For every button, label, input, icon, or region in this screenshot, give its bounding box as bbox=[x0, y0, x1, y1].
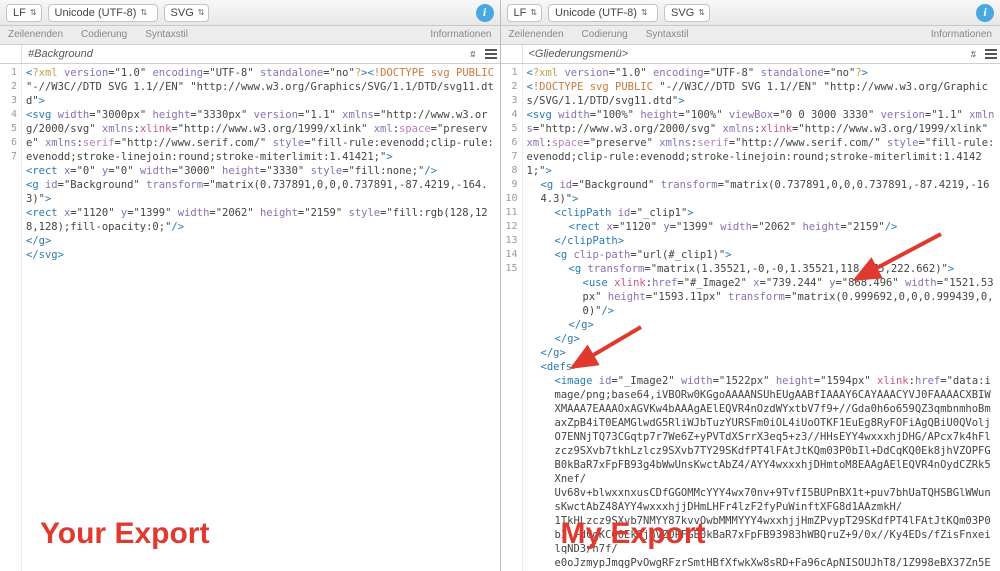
chevron-updown-icon: ⇅ bbox=[30, 8, 37, 17]
line-ending-value: LF bbox=[13, 7, 26, 19]
code-line[interactable]: </svg> bbox=[26, 248, 496, 262]
info-icon[interactable]: i bbox=[976, 4, 994, 22]
code-line[interactable]: </g> bbox=[527, 332, 997, 346]
menu-icon[interactable] bbox=[982, 49, 1000, 59]
code-line[interactable]: 1TkHLzcz9SXvb7NMYY87kvvOwbMMMYYY4wxxhjjH… bbox=[527, 514, 997, 556]
chevron-updown-icon: ⇅ bbox=[530, 8, 537, 17]
code-line[interactable]: <!DOCTYPE svg PUBLIC "-//W3C//DTD SVG 1.… bbox=[527, 80, 997, 108]
filetype-value: SVG bbox=[671, 7, 694, 19]
right-sub-toolbar: Zeilenenden Codierung Syntaxstil Informa… bbox=[501, 26, 1000, 44]
code-area[interactable]: <?xml version="1.0" encoding="UTF-8" sta… bbox=[22, 64, 500, 571]
left-editor[interactable]: 1234567 <?xml version="1.0" encoding="UT… bbox=[0, 64, 500, 571]
left-toolbar: LF ⇅ Unicode (UTF-8) ⇅ SVG ⇅ i bbox=[0, 0, 500, 26]
code-line[interactable]: <rect x="0" y="0" width="3000" height="3… bbox=[26, 164, 496, 178]
code-line[interactable]: <defs> bbox=[527, 360, 997, 374]
left-path-bar: #Background ⇅ bbox=[0, 44, 500, 64]
symbol-navigator[interactable]: #Background ⇅ bbox=[22, 48, 482, 60]
code-line[interactable]: <rect x="1120" y="1399" width="2062" hei… bbox=[527, 220, 997, 234]
line-ending-select[interactable]: LF ⇅ bbox=[6, 4, 42, 22]
encoding-value: Unicode (UTF-8) bbox=[555, 7, 637, 19]
chevron-updown-icon: ⇅ bbox=[969, 50, 976, 59]
filetype-value: SVG bbox=[171, 7, 194, 19]
sub-label-lineendings: Zeilenenden bbox=[8, 29, 63, 40]
encoding-select[interactable]: Unicode (UTF-8) ⇅ bbox=[48, 4, 158, 22]
encoding-select[interactable]: Unicode (UTF-8) ⇅ bbox=[548, 4, 658, 22]
code-line[interactable]: </g> bbox=[527, 346, 997, 360]
line-gutter: 123456789101112131415 bbox=[501, 64, 523, 571]
left-sub-toolbar: Zeilenenden Codierung Syntaxstil Informa… bbox=[0, 26, 500, 44]
sub-label-info: Informationen bbox=[931, 29, 992, 40]
filetype-select[interactable]: SVG ⇅ bbox=[164, 4, 210, 22]
code-line[interactable]: <?xml version="1.0" encoding="UTF-8" sta… bbox=[26, 66, 496, 108]
chevron-updown-icon: ⇅ bbox=[469, 50, 476, 59]
line-ending-select[interactable]: LF ⇅ bbox=[507, 4, 543, 22]
code-line[interactable]: <svg width="100%" height="100%" viewBox=… bbox=[527, 108, 997, 178]
symbol-navigator-text: #Background bbox=[28, 48, 93, 60]
code-line[interactable]: <image id="_Image2" width="1522px" heigh… bbox=[527, 374, 997, 486]
sub-label-encoding: Codierung bbox=[81, 29, 127, 40]
code-line[interactable]: <g id="Background" transform="matrix(0.7… bbox=[527, 178, 997, 206]
line-gutter: 1234567 bbox=[0, 64, 22, 571]
code-line[interactable]: <g transform="matrix(1.35521,-0,-0,1.355… bbox=[527, 262, 997, 276]
code-area[interactable]: <?xml version="1.0" encoding="UTF-8" sta… bbox=[523, 64, 1000, 571]
code-line[interactable]: <use xlink:href="#_Image2" x="739.244" y… bbox=[527, 276, 997, 318]
symbol-navigator[interactable]: <Gliederungsmenü> ⇅ bbox=[523, 48, 983, 60]
menu-icon[interactable] bbox=[482, 49, 500, 59]
code-line[interactable]: e0oJzmypJmqgPvOwgRFzrSmtHBfXfwkXw8sRD+Fa… bbox=[527, 556, 997, 571]
info-icon[interactable]: i bbox=[476, 4, 494, 22]
code-line[interactable]: <?xml version="1.0" encoding="UTF-8" sta… bbox=[527, 66, 997, 80]
code-line[interactable]: <rect x="1120" y="1399" width="2062" hei… bbox=[26, 206, 496, 234]
code-line[interactable]: <g clip-path="url(#_clip1)"> bbox=[527, 248, 997, 262]
chevron-updown-icon: ⇅ bbox=[641, 8, 648, 17]
code-line[interactable]: <clipPath id="_clip1"> bbox=[527, 206, 997, 220]
sub-label-syntax: Syntaxstil bbox=[145, 29, 188, 40]
sub-label-lineendings: Zeilenenden bbox=[509, 29, 564, 40]
line-ending-value: LF bbox=[514, 7, 527, 19]
code-line[interactable]: <svg width="3000px" height="3330px" vers… bbox=[26, 108, 496, 164]
sub-label-encoding: Codierung bbox=[582, 29, 628, 40]
code-line[interactable]: Uv68v+blwxxnxusCDfGGOMMcYYY4wx70nv+9TvfI… bbox=[527, 486, 997, 514]
sub-label-syntax: Syntaxstil bbox=[646, 29, 689, 40]
symbol-navigator-text: <Gliederungsmenü> bbox=[529, 48, 629, 60]
right-path-bar: <Gliederungsmenü> ⇅ bbox=[501, 44, 1000, 64]
code-line[interactable]: </g> bbox=[26, 234, 496, 248]
encoding-value: Unicode (UTF-8) bbox=[55, 7, 137, 19]
sub-label-info: Informationen bbox=[430, 29, 491, 40]
chevron-updown-icon: ⇅ bbox=[198, 8, 205, 17]
chevron-updown-icon: ⇅ bbox=[698, 8, 705, 17]
left-editor-pane: LF ⇅ Unicode (UTF-8) ⇅ SVG ⇅ i Zeilenend… bbox=[0, 0, 501, 571]
chevron-updown-icon: ⇅ bbox=[140, 8, 147, 17]
right-toolbar: LF ⇅ Unicode (UTF-8) ⇅ SVG ⇅ i bbox=[501, 0, 1000, 26]
right-editor[interactable]: 123456789101112131415 <?xml version="1.0… bbox=[501, 64, 1000, 571]
right-editor-pane: LF ⇅ Unicode (UTF-8) ⇅ SVG ⇅ i Zeilenend… bbox=[501, 0, 1000, 571]
code-line[interactable]: <g id="Background" transform="matrix(0.7… bbox=[26, 178, 496, 206]
code-line[interactable]: </clipPath> bbox=[527, 234, 997, 248]
filetype-select[interactable]: SVG ⇅ bbox=[664, 4, 710, 22]
code-line[interactable]: </g> bbox=[527, 318, 997, 332]
